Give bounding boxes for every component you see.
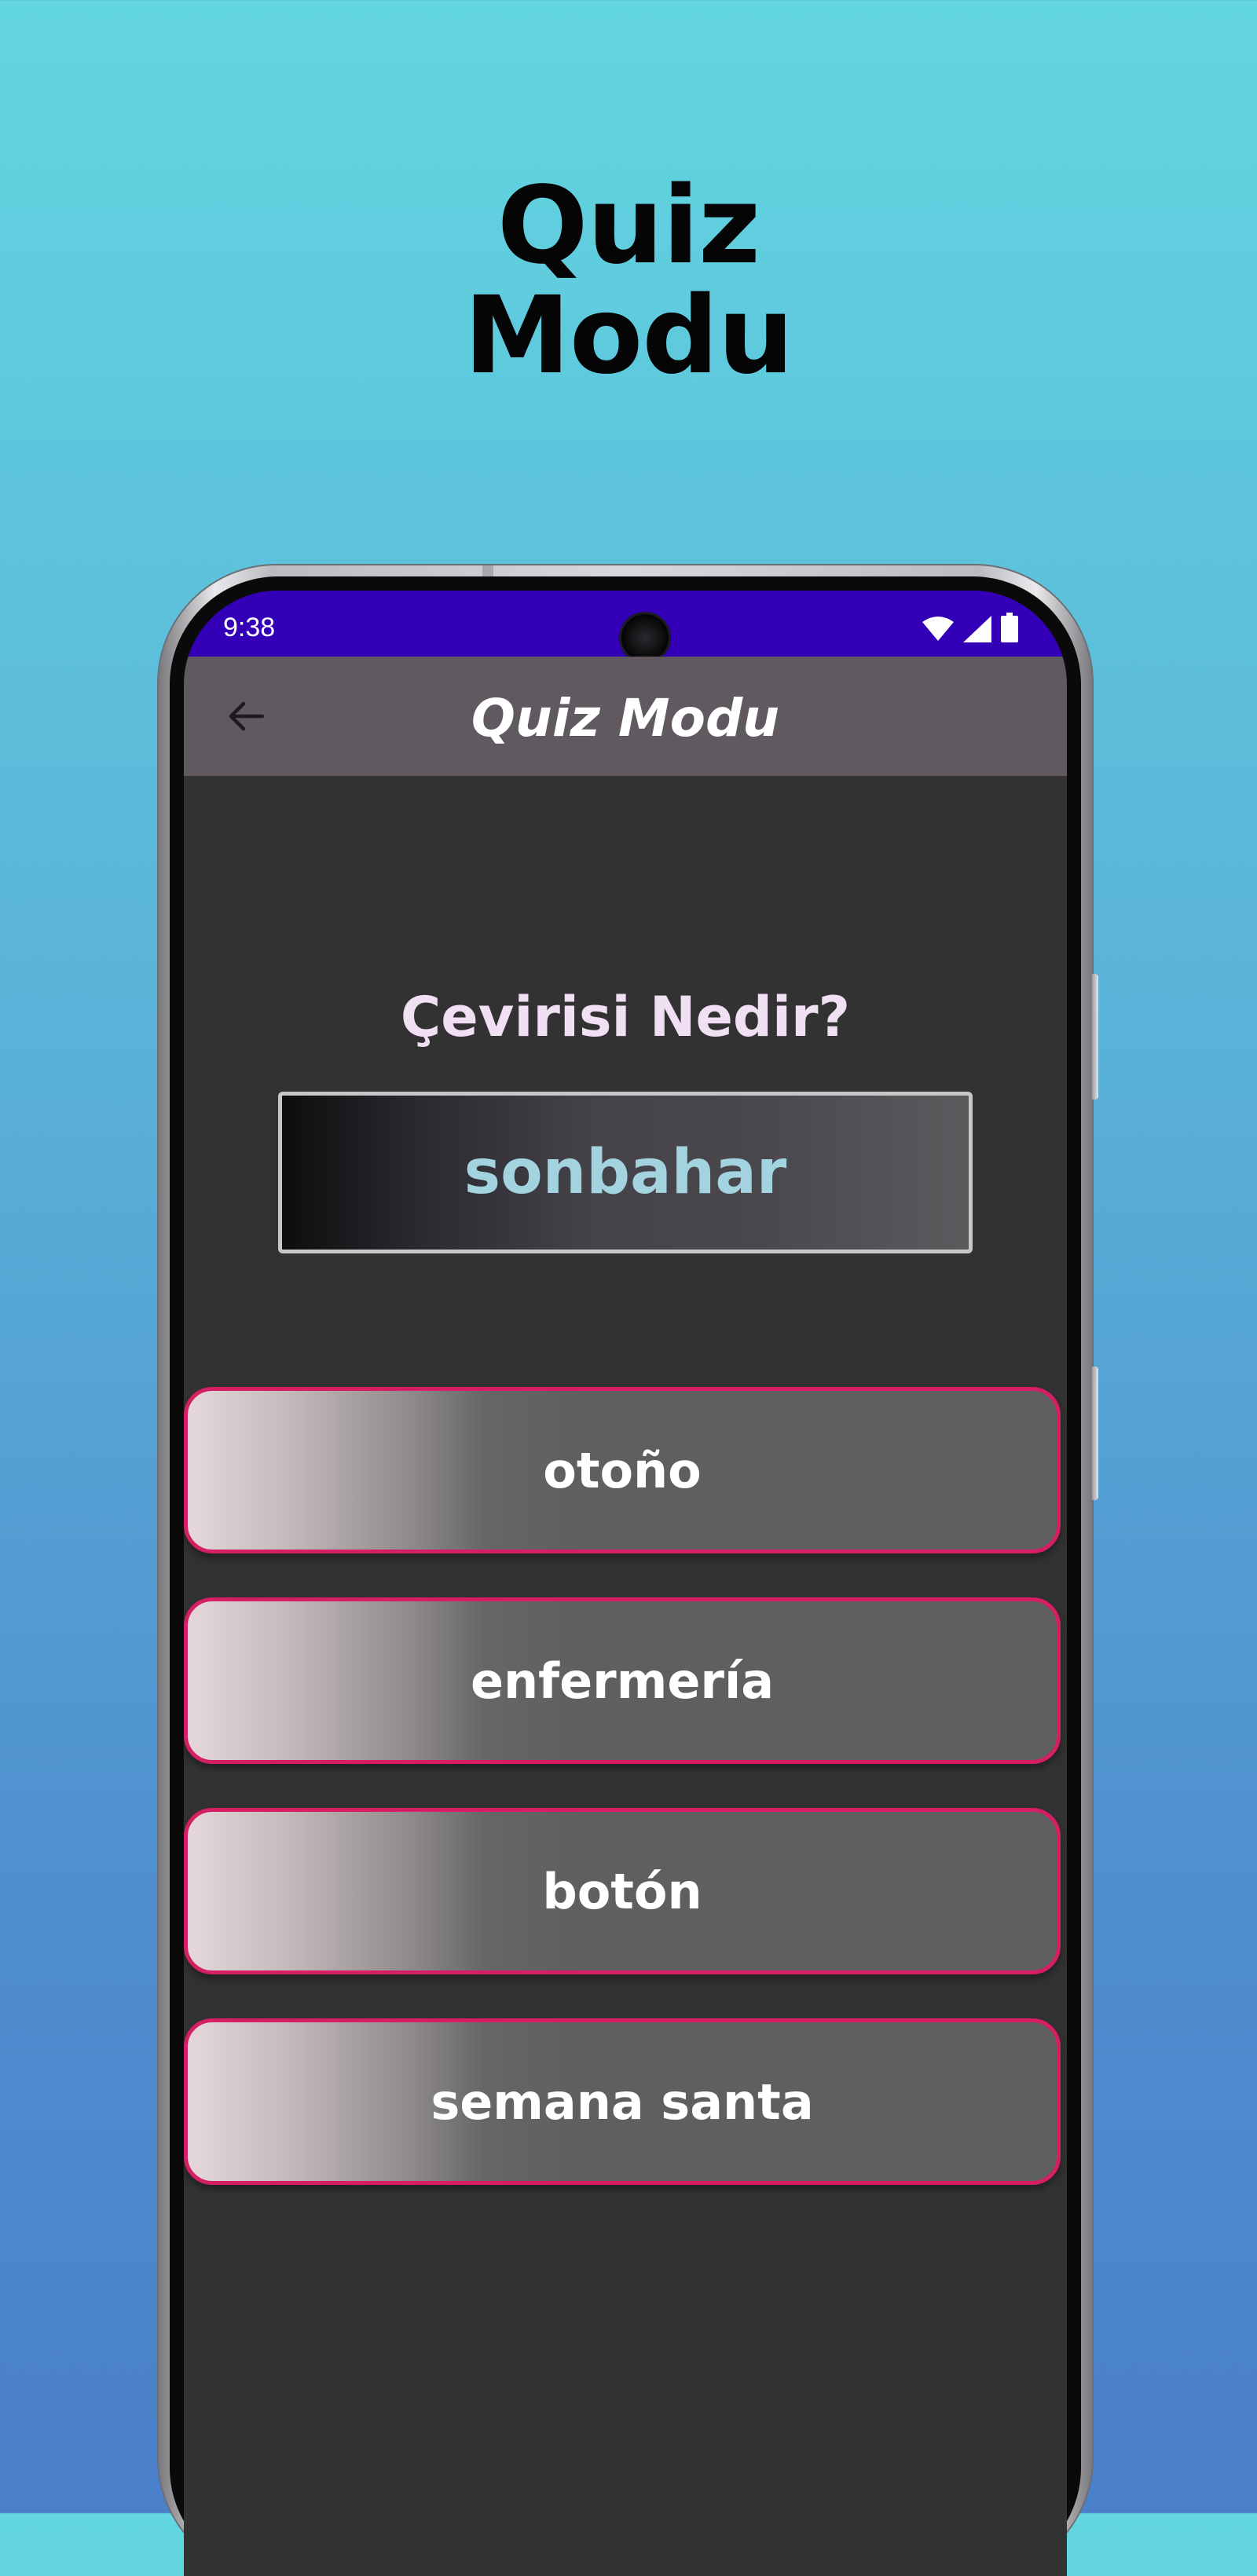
answer-button-4[interactable]: semana santa bbox=[184, 2018, 1061, 2185]
phone-power-button bbox=[1092, 1367, 1098, 1500]
promo-headline: Quiz Modu bbox=[0, 171, 1257, 391]
phone-volume-button bbox=[1092, 974, 1098, 1100]
promo-headline-line1: Quiz bbox=[497, 164, 760, 288]
app-bar: Quiz Modu bbox=[184, 657, 1067, 776]
answer-label: enfermería bbox=[470, 1652, 775, 1710]
quiz-word: sonbahar bbox=[464, 1137, 787, 1208]
front-camera bbox=[621, 614, 669, 661]
answer-label: semana santa bbox=[431, 2073, 814, 2131]
quiz-word-box: sonbahar bbox=[278, 1092, 973, 1253]
answer-button-1[interactable]: otoño bbox=[184, 1387, 1061, 1553]
answer-label: botón bbox=[542, 1862, 702, 1920]
app-bar-title: Quiz Modu bbox=[471, 688, 780, 748]
answer-button-3[interactable]: botón bbox=[184, 1808, 1061, 1974]
answer-button-2[interactable]: enfermería bbox=[184, 1597, 1061, 1764]
wifi-icon bbox=[922, 617, 954, 641]
phone-frame: 9:38 Quiz Modu Çevirisi Nedir? sonbahar … bbox=[159, 565, 1098, 2576]
answer-label: otoño bbox=[543, 1441, 702, 1499]
signal-icon bbox=[963, 616, 991, 642]
status-time: 9:38 bbox=[223, 613, 276, 642]
battery-icon bbox=[1001, 613, 1018, 642]
quiz-question: Çevirisi Nedir? bbox=[400, 985, 851, 1049]
status-icons bbox=[922, 613, 1018, 642]
phone-antenna-line bbox=[482, 565, 493, 576]
app-screen: 9:38 Quiz Modu Çevirisi Nedir? sonbahar … bbox=[184, 591, 1067, 2576]
promo-headline-line2: Modu bbox=[464, 274, 794, 398]
